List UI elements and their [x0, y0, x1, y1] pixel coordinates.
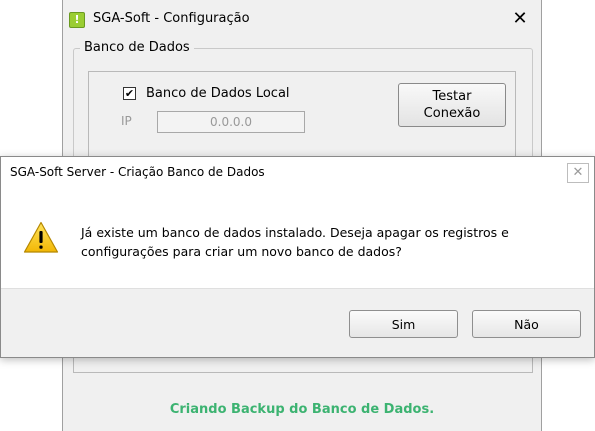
- ip-input[interactable]: 0.0.0.0: [157, 111, 305, 133]
- test-connection-label-line2: Conexão: [423, 106, 481, 121]
- database-inner-panel: ✔ Banco de Dados Local IP 0.0.0.0 Testar…: [88, 71, 516, 163]
- test-connection-label-line1: Testar: [432, 89, 472, 104]
- config-titlebar: ! SGA-Soft - Configuração ✕: [63, 0, 541, 38]
- dialog-titlebar: SGA-Soft Server - Criação Banco de Dados…: [1, 157, 594, 188]
- dialog-button-bar: Sim Não: [1, 288, 594, 357]
- database-groupbox: Banco de Dados ✔ Banco de Dados Local IP…: [73, 40, 533, 170]
- local-db-checkbox[interactable]: ✔: [123, 87, 136, 100]
- no-button[interactable]: Não: [472, 310, 581, 338]
- dialog-message: Já existe um banco de dados instalado. D…: [81, 223, 571, 261]
- dialog-close-button[interactable]: ✕: [567, 163, 589, 183]
- dialog-message-line2: configurações para criar um novo banco d…: [81, 244, 402, 259]
- dialog-title: SGA-Soft Server - Criação Banco de Dados: [10, 165, 265, 179]
- confirm-dialog: SGA-Soft Server - Criação Banco de Dados…: [0, 156, 595, 358]
- ip-label: IP: [121, 114, 132, 128]
- app-icon: !: [69, 12, 85, 28]
- dialog-message-line1: Já existe um banco de dados instalado. D…: [81, 225, 509, 240]
- local-db-checkbox-row[interactable]: ✔ Banco de Dados Local: [123, 86, 290, 101]
- config-window-title: SGA-Soft - Configuração: [93, 11, 250, 26]
- warning-icon: [23, 221, 59, 253]
- status-message: Criando Backup do Banco de Dados.: [169, 402, 435, 417]
- config-close-button[interactable]: ✕: [509, 9, 531, 29]
- lower-panel: [73, 358, 533, 373]
- yes-button[interactable]: Sim: [349, 310, 458, 338]
- test-connection-button[interactable]: Testar Conexão: [398, 83, 506, 127]
- database-group-label: Banco de Dados: [80, 40, 194, 55]
- local-db-checkbox-label[interactable]: Banco de Dados Local: [146, 86, 290, 101]
